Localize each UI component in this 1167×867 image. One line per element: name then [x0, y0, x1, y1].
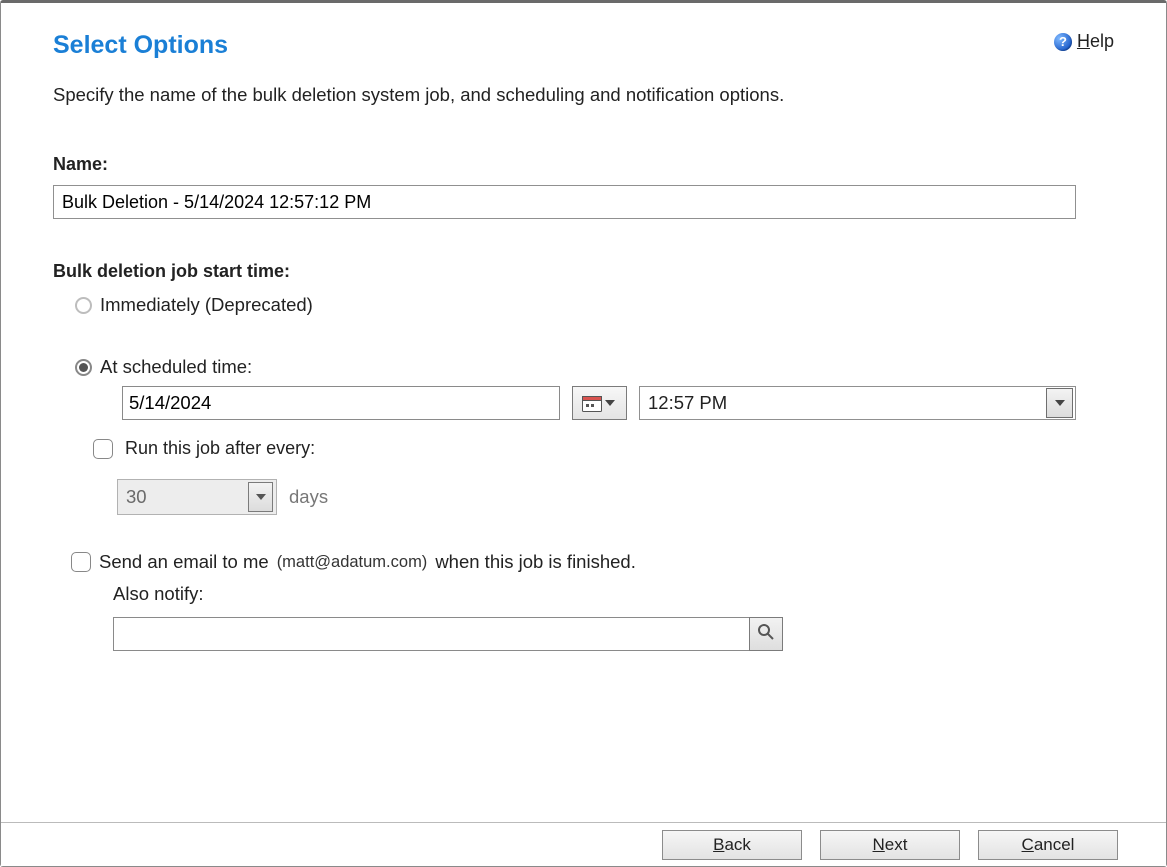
start-time-label: Bulk deletion job start time:	[53, 261, 1114, 282]
radio-scheduled[interactable]	[75, 359, 92, 376]
email-label-post: when this job is finished.	[435, 551, 636, 573]
lookup-button[interactable]	[749, 617, 783, 651]
time-dropdown-button[interactable]	[1046, 388, 1073, 418]
time-select[interactable]: 12:57 PM	[639, 386, 1076, 420]
radio-immediate-row: Immediately (Deprecated)	[75, 294, 1114, 316]
email-label-pre: Send an email to me	[99, 551, 269, 573]
search-icon	[757, 623, 775, 646]
cancel-button[interactable]: Cancel	[978, 830, 1118, 860]
interval-select: 30	[117, 479, 277, 515]
wizard-window: Select Options ? Help Specify the name o…	[0, 0, 1167, 867]
content-area: Select Options ? Help Specify the name o…	[1, 3, 1166, 651]
date-input[interactable]	[122, 386, 560, 420]
next-button[interactable]: Next	[820, 830, 960, 860]
name-input[interactable]	[53, 185, 1076, 219]
notify-section: Send an email to me (matt@adatum.com) wh…	[71, 551, 1114, 651]
time-value: 12:57 PM	[640, 392, 1044, 414]
interval-value: 30	[118, 486, 245, 508]
help-link[interactable]: ? Help	[1054, 31, 1114, 52]
wizard-footer: Back Next Cancel	[1, 822, 1166, 866]
radio-immediate	[75, 297, 92, 314]
scheduled-datetime-row: 12:57 PM	[122, 386, 1114, 420]
also-notify-label: Also notify:	[113, 583, 1114, 605]
interval-row: 30 days	[117, 479, 1114, 515]
calendar-icon	[582, 394, 602, 412]
back-button[interactable]: Back	[662, 830, 802, 860]
radio-immediate-label: Immediately (Deprecated)	[100, 294, 313, 316]
date-picker-button[interactable]	[572, 386, 627, 420]
radio-scheduled-label: At scheduled time:	[100, 356, 252, 378]
page-title: Select Options	[53, 31, 228, 60]
chevron-down-icon	[602, 395, 618, 411]
page-description: Specify the name of the bulk deletion sy…	[53, 84, 1114, 106]
help-text: Help	[1077, 31, 1114, 52]
header-row: Select Options ? Help	[53, 25, 1114, 84]
run-after-checkbox[interactable]	[93, 439, 113, 459]
radio-scheduled-row: At scheduled time:	[75, 356, 1114, 378]
run-after-row: Run this job after every:	[93, 438, 1114, 459]
start-time-options: Immediately (Deprecated) At scheduled ti…	[75, 294, 1114, 515]
interval-dropdown-button	[248, 482, 273, 512]
email-row: Send an email to me (matt@adatum.com) wh…	[71, 551, 1114, 573]
email-address: (matt@adatum.com)	[277, 553, 428, 572]
also-notify-input[interactable]	[113, 617, 749, 651]
start-time-section: Bulk deletion job start time: Immediatel…	[53, 261, 1114, 651]
run-after-label: Run this job after every:	[125, 438, 315, 459]
interval-unit: days	[289, 486, 328, 508]
email-checkbox[interactable]	[71, 552, 91, 572]
also-notify-row	[113, 617, 1114, 651]
name-label: Name:	[53, 154, 1114, 175]
help-icon: ?	[1054, 33, 1072, 51]
